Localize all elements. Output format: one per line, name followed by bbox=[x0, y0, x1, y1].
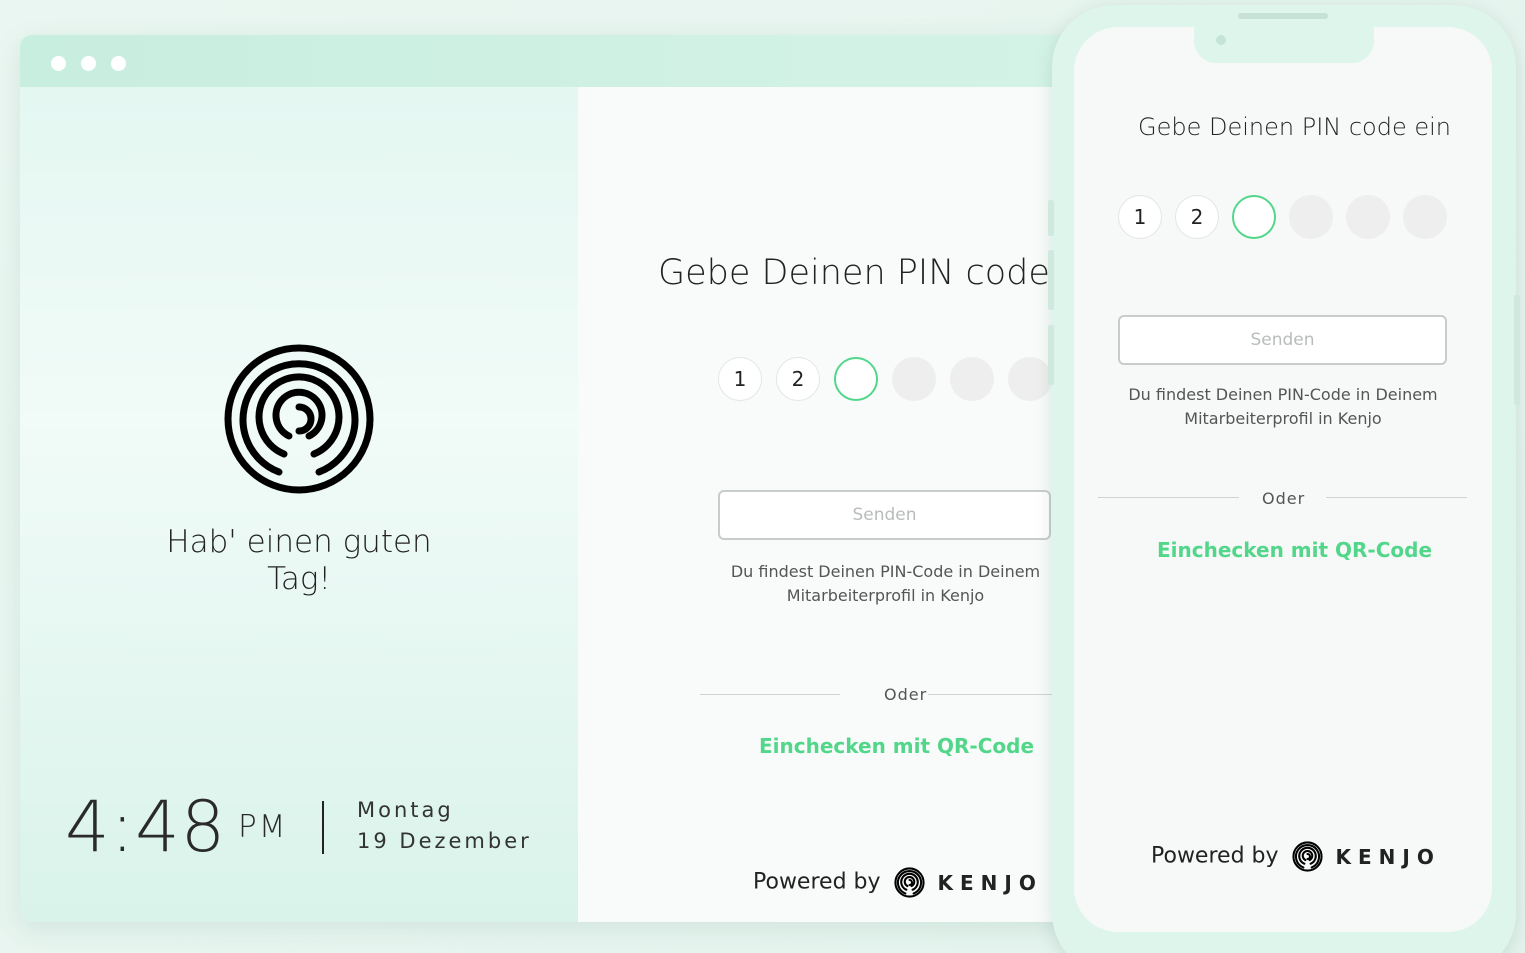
phone-qr-checkin-link[interactable]: Einchecken mit QR-Code bbox=[1157, 538, 1432, 562]
powered-by: Powered by KENJO bbox=[753, 867, 1043, 898]
pin-hint-text: Du findest Deinen PIN-Code in Deinem Mit… bbox=[730, 562, 1041, 605]
phone-brand-name: KENJO bbox=[1335, 844, 1441, 869]
day-name: Montag bbox=[357, 798, 454, 822]
phone-pin-digit-6[interactable] bbox=[1403, 195, 1447, 239]
pin-digit-2[interactable]: 2 bbox=[776, 357, 820, 401]
pin-digit-4[interactable] bbox=[892, 357, 936, 401]
phone-powered-by: Powered by KENJO bbox=[1151, 841, 1441, 872]
phone-notch bbox=[1194, 27, 1374, 63]
phone-screen: Gebe Deinen PIN code ein 1 2 Senden Du f… bbox=[1074, 27, 1492, 932]
phone-mute-button bbox=[1048, 325, 1054, 385]
brand-name: KENJO bbox=[937, 870, 1043, 895]
clock-time: 4:48 bbox=[65, 786, 227, 868]
pin-digit-6[interactable] bbox=[1008, 357, 1052, 401]
phone-pin-digit-4[interactable] bbox=[1289, 195, 1333, 239]
kenjo-logo-icon bbox=[893, 867, 925, 898]
phone-speaker bbox=[1238, 13, 1328, 19]
clock-ampm: PM bbox=[238, 809, 288, 845]
phone-pin-digit-2[interactable]: 2 bbox=[1175, 195, 1219, 239]
phone-pin-title: Gebe Deinen PIN code ein bbox=[1138, 113, 1452, 141]
kenjo-maze-logo-icon bbox=[224, 344, 374, 494]
pin-title: Gebe Deinen PIN code bbox=[658, 253, 1050, 293]
powered-by-label: Powered by bbox=[753, 869, 881, 895]
window-dot-maximize[interactable] bbox=[111, 56, 126, 71]
date-text: 19 Dezember bbox=[357, 829, 532, 853]
pin-entry-panel: Gebe Deinen PIN code 1 2 Senden Du finde… bbox=[578, 87, 1080, 922]
phone-pin-digit-5[interactable] bbox=[1346, 195, 1390, 239]
camera-dot bbox=[1216, 35, 1226, 45]
phone-or-divider-right bbox=[1326, 497, 1467, 498]
pin-digit-5[interactable] bbox=[950, 357, 994, 401]
browser-titlebar bbox=[20, 35, 1080, 87]
or-label: Oder bbox=[884, 685, 928, 704]
phone-volume-down-button bbox=[1048, 250, 1054, 310]
phone-pin-digit-1[interactable]: 1 bbox=[1118, 195, 1162, 239]
browser-window: Hab' einen guten Tag! 4:48 PM Montag 19 … bbox=[20, 35, 1080, 922]
phone-pin-hint-text: Du findest Deinen PIN-Code in Deinem Mit… bbox=[1128, 385, 1438, 428]
phone-power-button bbox=[1514, 295, 1520, 405]
phone-send-button[interactable]: Senden bbox=[1118, 315, 1447, 365]
phone-pin-digit-3-active[interactable] bbox=[1232, 195, 1276, 239]
send-button[interactable]: Senden bbox=[718, 490, 1051, 540]
window-dot-close[interactable] bbox=[51, 56, 66, 71]
phone-or-label: Oder bbox=[1262, 489, 1306, 508]
clock-divider bbox=[322, 801, 324, 854]
greeting-text: Hab' einen guten Tag! bbox=[166, 524, 432, 597]
pin-digit-1[interactable]: 1 bbox=[718, 357, 762, 401]
phone-mockup: Gebe Deinen PIN code ein 1 2 Senden Du f… bbox=[1048, 5, 1520, 953]
window-dot-minimize[interactable] bbox=[81, 56, 96, 71]
or-divider-left bbox=[700, 694, 840, 695]
phone-powered-by-label: Powered by bbox=[1151, 843, 1279, 869]
phone-volume-up-button bbox=[1048, 200, 1054, 236]
phone-or-divider-left bbox=[1098, 497, 1239, 498]
welcome-panel: Hab' einen guten Tag! 4:48 PM Montag 19 … bbox=[20, 87, 578, 922]
pin-digit-3-active[interactable] bbox=[834, 357, 878, 401]
qr-checkin-link[interactable]: Einchecken mit QR-Code bbox=[759, 734, 1034, 758]
phone-kenjo-logo-icon bbox=[1291, 841, 1323, 872]
